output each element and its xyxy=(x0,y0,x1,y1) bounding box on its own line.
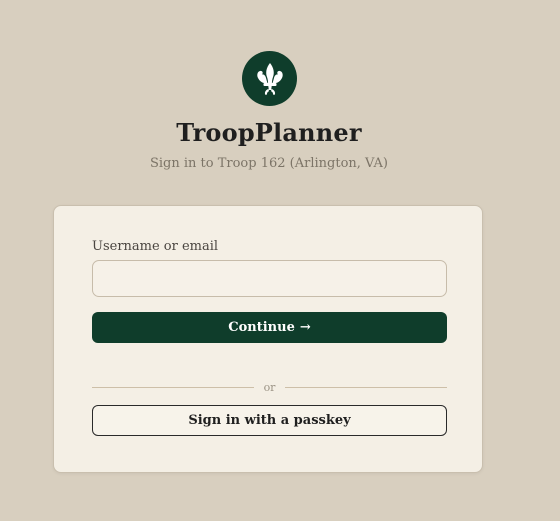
or-divider: or xyxy=(92,379,448,395)
arrow-right-icon: → xyxy=(299,320,311,335)
divider-line-left xyxy=(92,386,254,388)
divider-text: or xyxy=(263,380,276,394)
continue-button[interactable]: Continue → xyxy=(92,312,447,343)
username-input[interactable] xyxy=(92,260,447,297)
passkey-signin-button[interactable]: Sign in with a passkey xyxy=(92,405,447,436)
fleur-de-lis-icon xyxy=(256,62,283,95)
app-title: TroopPlanner xyxy=(176,118,362,147)
login-card: Username or email Continue → or Sign in … xyxy=(53,205,483,473)
username-label: Username or email xyxy=(92,239,219,254)
app-subtitle: Sign in to Troop 162 (Arlington, VA) xyxy=(149,156,388,171)
brand-logo xyxy=(242,51,297,106)
divider-line-right xyxy=(285,386,448,388)
continue-button-label: Continue xyxy=(228,320,295,335)
passkey-button-label: Sign in with a passkey xyxy=(188,413,351,428)
